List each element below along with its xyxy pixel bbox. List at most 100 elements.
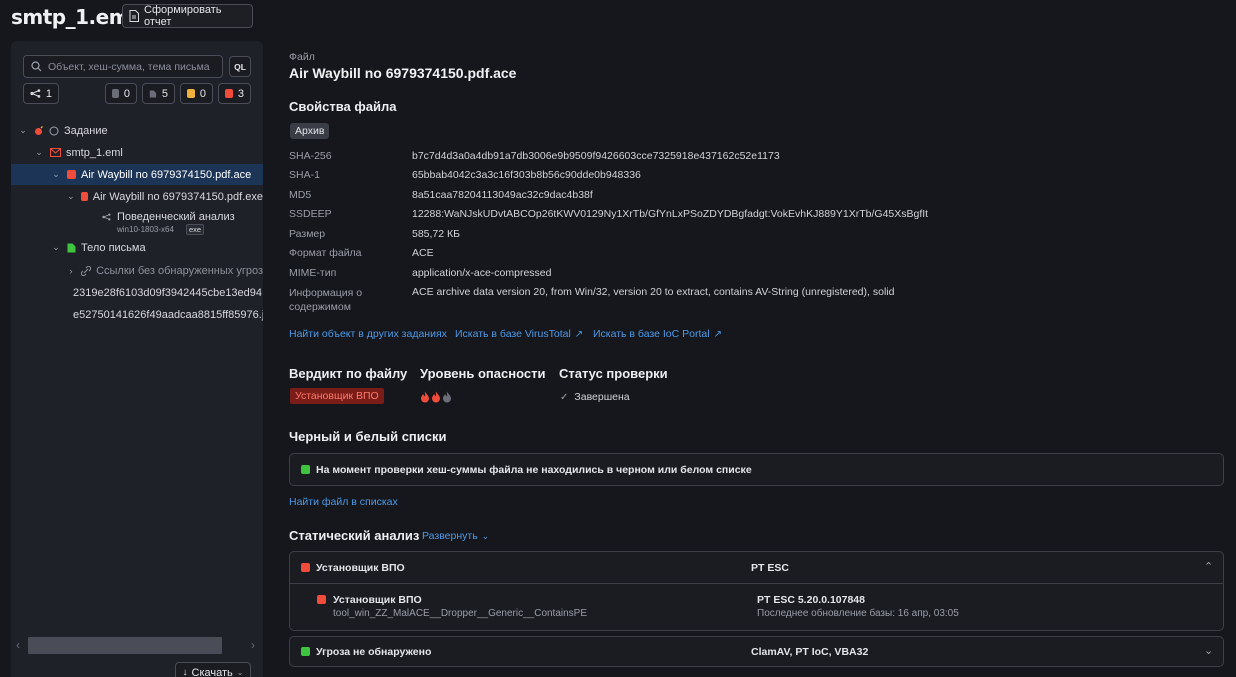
share-count-chip[interactable]: 1	[23, 83, 59, 104]
status-title: Статус проверки	[559, 366, 668, 381]
link-icon	[81, 265, 92, 276]
chevron-down-icon[interactable]: ⌄	[1204, 644, 1213, 657]
scroll-left-icon[interactable]: ‹	[16, 638, 20, 652]
chevron-down-icon: ⌄	[481, 530, 490, 541]
lists-title: Черный и белый списки	[289, 429, 447, 444]
tree-item-ace-archive[interactable]: ⌄ Air Waybill no 6979374150.pdf.ace	[11, 164, 263, 185]
tree-item-behavior[interactable]: Поведенческий анализ win10-1803-x64 exe	[102, 211, 262, 237]
document-icon	[129, 10, 139, 22]
tree-item-file2[interactable]: e52750141626f49aadcaa8815ff85976.jp	[11, 304, 263, 325]
count-chip-dangerous[interactable]: 3	[218, 83, 251, 104]
static-result-header[interactable]: Установщик ВПО PT ESC ⌃	[290, 552, 1223, 584]
chevron-down-icon: ⌄	[236, 668, 244, 677]
generate-report-button[interactable]: Сформировать отчет	[122, 4, 253, 28]
expand-button[interactable]: Развернуть ⌄	[422, 530, 489, 542]
static-engine: PT ESC	[751, 562, 789, 574]
horizontal-scrollbar[interactable]	[28, 637, 222, 654]
page-title: smtp_1.eml	[11, 5, 136, 29]
lists-status-text: На момент проверки хеш-суммы файла не на…	[316, 464, 752, 476]
clean-square-icon	[301, 465, 310, 474]
search-box[interactable]	[23, 55, 223, 78]
status-value: Завершена	[574, 391, 630, 403]
prop-label: Размер	[289, 228, 326, 240]
chevron-down-icon[interactable]: ⌄	[34, 147, 44, 158]
square-icon	[225, 89, 233, 98]
ioc-portal-link[interactable]: Искать в базе IoC Portal ↗	[593, 328, 722, 340]
external-link-icon: ↗	[713, 328, 722, 340]
flame-icon	[421, 391, 429, 403]
check-icon: ✓	[560, 391, 569, 403]
static-analysis-title: Статический анализ	[289, 528, 420, 543]
prop-label: SHA-256	[289, 150, 332, 162]
tree-item-label: Air Waybill no 6979374150.pdf.exe	[92, 190, 263, 203]
mime-value: application/x-ace-compressed	[412, 267, 552, 279]
sidebar: QL 1 0 5 0 3 ⌄ Задание ⌄ smtp_1.eml ⌄ Ai…	[11, 41, 263, 677]
download-button[interactable]: ↓ Скачать ⌄	[175, 662, 251, 677]
tree-item-task[interactable]: ⌄ Задание	[11, 120, 263, 141]
tree-item-eml[interactable]: ⌄ smtp_1.eml	[11, 142, 263, 163]
chevron-down-icon[interactable]: ⌄	[67, 191, 75, 202]
external-link-icon: ↗	[574, 328, 584, 340]
chevron-down-icon[interactable]: ⌄	[51, 242, 61, 253]
static-verdict: Угроза не обнаружено	[316, 646, 432, 658]
virustotal-link-label: Искать в базе VirusTotal	[455, 328, 571, 340]
count-chip-suspicious[interactable]: 0	[180, 83, 213, 104]
tree-item-label: Поведенческий анализ	[117, 211, 235, 223]
tree-item-label: smtp_1.eml	[66, 146, 123, 159]
prop-label: SSDEEP	[289, 208, 332, 220]
share-count: 1	[45, 87, 52, 100]
danger-level-indicator	[420, 391, 452, 403]
exe-badge: exe	[186, 224, 205, 235]
search-icon	[31, 61, 42, 72]
tree-item-label: Тело письма	[81, 241, 146, 254]
tree-item-exe[interactable]: ⌄ Air Waybill no 6979374150.pdf.exe	[11, 186, 263, 207]
document-icon	[67, 243, 76, 253]
chevron-down-icon[interactable]: ⌄	[51, 169, 61, 180]
mail-icon	[50, 148, 61, 157]
ssdeep-value[interactable]: 12288:WaNJskUDvtABCOp26tKWV0129Ny1XrTb/G…	[412, 208, 928, 220]
detail-signature: tool_win_ZZ_MalACE__Dropper__Generic__Co…	[333, 608, 588, 619]
detail-verdict: Установщик ВПО	[333, 594, 422, 606]
chevron-right-icon[interactable]: ›	[67, 266, 75, 276]
sha1-value[interactable]: 65bbab4042c3a3c16f303b8b56c90dde0b948336	[412, 169, 641, 181]
count-chip-files[interactable]: 5	[142, 83, 175, 104]
find-in-lists-link[interactable]: Найти файл в списках	[289, 496, 398, 508]
danger-square-icon	[301, 563, 310, 572]
bomb-icon	[34, 125, 44, 136]
prop-label: Информация о содержимом	[289, 287, 363, 313]
count-value: 0	[199, 87, 206, 100]
find-in-tasks-link[interactable]: Найти объект в других заданиях	[289, 328, 447, 340]
status-row: ✓ Завершена	[560, 391, 630, 403]
search-input[interactable]	[48, 60, 218, 73]
tree-item-file1[interactable]: 2319e28f6103d09f3942445cbe13ed94...	[11, 282, 263, 303]
chevron-down-icon[interactable]: ⌄	[18, 125, 28, 136]
verdict-badge: Установщик ВПО	[290, 388, 384, 404]
ql-button[interactable]: QL	[229, 56, 251, 77]
detail-updated: Последнее обновление базы: 16 апр, 03:05	[757, 608, 959, 619]
static-result-clean[interactable]: Угроза не обнаружено ClamAV, PT IoC, VBA…	[289, 636, 1224, 667]
virustotal-link[interactable]: Искать в базе VirusTotal ↗	[455, 328, 583, 340]
md5-value[interactable]: 8a51caa78204113049ac32c9dac4b38f	[412, 189, 593, 201]
square-icon	[112, 89, 119, 98]
tree-item-body[interactable]: ⌄ Тело письма	[11, 237, 263, 258]
share-icon	[102, 213, 111, 221]
danger-square-icon	[80, 192, 88, 201]
sha256-value[interactable]: b7c7d4d3a0a4db91a7db3006e9b9509f9426603c…	[412, 150, 780, 162]
scroll-right-icon[interactable]: ›	[251, 638, 255, 652]
danger-level-title: Уровень опасности	[420, 366, 546, 381]
prop-label: Формат файла	[289, 247, 362, 259]
format-value: ACE	[412, 247, 434, 259]
tree-item-links[interactable]: › Ссылки без обнаруженных угроз	[11, 260, 263, 281]
danger-square-icon	[67, 170, 76, 179]
archive-badge: Архив	[290, 123, 330, 139]
flame-icon	[443, 391, 451, 403]
tree-item-label: e52750141626f49aadcaa8815ff85976.jp	[73, 308, 263, 321]
share-icon	[30, 89, 41, 98]
count-value: 3	[237, 87, 244, 100]
count-chip-neutral[interactable]: 0	[105, 83, 137, 104]
ioc-portal-link-label: Искать в базе IoC Portal	[593, 328, 710, 340]
chevron-up-icon[interactable]: ⌃	[1204, 560, 1213, 573]
prop-label: MD5	[289, 189, 312, 201]
vm-name: win10-1803-x64	[117, 225, 174, 234]
verdict-title: Вердикт по файлу	[289, 366, 408, 381]
